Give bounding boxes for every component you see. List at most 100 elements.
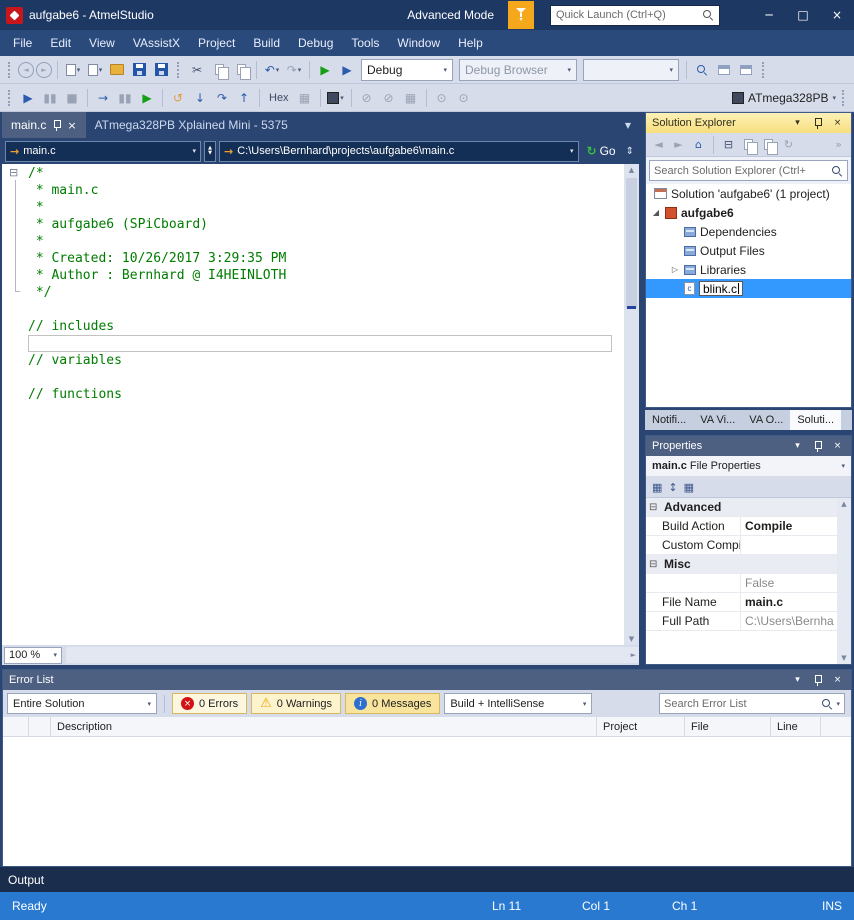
scope-combo[interactable]: → main.c ▾ — [5, 141, 201, 162]
menu-window[interactable]: Window — [388, 30, 449, 56]
code-line[interactable]: // variables — [28, 352, 624, 369]
home-icon[interactable]: ⌂ — [690, 136, 707, 154]
close-icon[interactable]: × — [67, 119, 76, 132]
tool-window-icon[interactable] — [736, 59, 756, 81]
maximize-button[interactable]: □ — [786, 0, 820, 30]
tab-va-outline[interactable]: VA O... — [742, 410, 790, 430]
split-editor-icon[interactable]: ⇕ — [624, 146, 636, 157]
category-row-misc[interactable]: ⊟ Misc — [646, 555, 837, 574]
add-item-icon[interactable]: ▾ — [85, 59, 105, 81]
tab-va-view[interactable]: VA Vi... — [693, 410, 742, 430]
code-line[interactable]: * — [28, 199, 624, 216]
error-list-body[interactable] — [3, 737, 851, 866]
column-description[interactable]: Description — [51, 717, 597, 736]
scroll-up-icon[interactable]: ▲ — [841, 500, 846, 508]
menu-file[interactable]: File — [4, 30, 41, 56]
show-all-files-icon[interactable] — [760, 136, 777, 154]
editor-horizontal-scrollbar[interactable]: ► — [66, 647, 639, 663]
document-list-chevron-icon[interactable]: ▼ — [625, 121, 631, 130]
continue-icon[interactable]: ▶ — [18, 87, 38, 109]
property-value[interactable]: C:\Users\Bernha — [741, 614, 837, 628]
paste-icon[interactable] — [231, 59, 251, 81]
fold-toggle-icon[interactable]: ⊟ — [9, 166, 18, 179]
editor-vertical-scrollbar[interactable]: ▲ ▼ — [624, 164, 639, 645]
toolbar-grip[interactable] — [8, 62, 12, 78]
scrollbar-thumb[interactable] — [626, 178, 637, 308]
tree-item-blink-c[interactable]: c blink.c — [646, 279, 851, 298]
pin-icon[interactable] — [52, 119, 61, 131]
pin-icon[interactable] — [810, 117, 825, 129]
breakpoints-window-icon[interactable]: ⊘ — [379, 87, 399, 109]
collapse-icon[interactable]: ⊟ — [649, 502, 660, 513]
current-line[interactable] — [28, 335, 612, 352]
tree-item-dependencies[interactable]: Dependencies — [646, 222, 851, 241]
undo-icon[interactable]: ↶▾ — [262, 59, 282, 81]
property-value[interactable]: main.c — [741, 595, 837, 609]
code-line[interactable]: * main.c — [28, 182, 624, 199]
navigate-forward-icon[interactable]: ► — [36, 62, 52, 78]
step-over-icon[interactable]: ↷ — [212, 87, 232, 109]
column-file[interactable]: File — [685, 717, 771, 736]
window-position-icon[interactable]: ▾ — [790, 675, 805, 685]
property-row-build-action[interactable]: Build Action Compile — [646, 517, 837, 536]
stop-icon[interactable]: ■ — [62, 87, 82, 109]
errors-filter-button[interactable]: × 0 Errors — [172, 693, 247, 714]
tree-item-aufgabe6[interactable]: ◢ aufgabe6 — [646, 203, 851, 222]
expander-expanded-icon[interactable]: ◢ — [651, 208, 661, 217]
code-line[interactable]: * Author : Bernhard @ I4HEINLOTH — [28, 267, 624, 284]
property-pages-icon[interactable]: ▦ — [684, 481, 694, 494]
tree-item-output-files[interactable]: Output Files — [646, 241, 851, 260]
menu-help[interactable]: Help — [449, 30, 492, 56]
debug-target-combo[interactable]: ▾ — [583, 59, 679, 81]
combo-stepper[interactable]: ▲ ▼ — [204, 141, 216, 162]
column-project[interactable]: Project — [597, 717, 685, 736]
refresh-icon[interactable]: ↻ — [780, 136, 797, 154]
output-panel-tab[interactable]: Output — [0, 867, 854, 892]
file-path-combo[interactable]: → C:\Users\Bernhard\projects\aufgabe6\ma… — [219, 141, 579, 162]
break-all-icon[interactable]: ▮▮ — [115, 87, 135, 109]
properties-scrollbar[interactable]: ▲ ▼ — [837, 498, 851, 664]
pending-changes-filter-icon[interactable] — [740, 136, 757, 154]
collapse-icon[interactable]: ⊟ — [649, 559, 660, 570]
menu-tools[interactable]: Tools — [342, 30, 388, 56]
copy-icon[interactable] — [209, 59, 229, 81]
go-button[interactable]: ↻ Go — [582, 144, 621, 158]
close-icon[interactable]: × — [830, 441, 845, 451]
solution-explorer-titlebar[interactable]: Solution Explorer ▾ × — [646, 113, 851, 133]
navigate-back-icon[interactable]: ◄ — [18, 62, 34, 78]
toolbar-grip[interactable] — [177, 62, 181, 78]
forward-icon[interactable]: ► — [670, 136, 687, 154]
property-value[interactable]: False — [741, 576, 837, 590]
pause-icon[interactable]: ▮▮ — [40, 87, 60, 109]
mode-filter-button[interactable]: ▾ — [508, 1, 534, 29]
pin-icon[interactable] — [810, 440, 825, 452]
column-code[interactable] — [29, 717, 51, 736]
tab-device-page[interactable]: ATmega328PB Xplained Mini - 5375 — [86, 112, 297, 138]
redo-icon[interactable]: ↷▾ — [284, 59, 304, 81]
property-row-false[interactable]: False — [646, 574, 837, 593]
pin-icon[interactable] — [810, 674, 825, 686]
code-line[interactable]: // functions — [28, 386, 624, 403]
minimize-button[interactable]: ─ — [752, 0, 786, 30]
quick-launch-search[interactable] — [550, 5, 720, 26]
column-severity[interactable] — [3, 717, 29, 736]
column-line[interactable]: Line — [771, 717, 821, 736]
menu-debug[interactable]: Debug — [289, 30, 342, 56]
menu-view[interactable]: View — [80, 30, 124, 56]
disable-breakpoints-icon[interactable]: ⊘ — [357, 87, 377, 109]
code-editor[interactable]: /* * main.c * * aufgabe6 (SPiCboard) * *… — [28, 164, 624, 645]
categorized-view-icon[interactable]: ▦ — [652, 481, 662, 494]
start-debugging-icon[interactable]: ▶ — [315, 59, 335, 81]
tree-item-solution[interactable]: Solution 'aufgabe6' (1 project) — [646, 184, 851, 203]
start-without-debugging-icon[interactable]: ▶ — [337, 59, 357, 81]
properties-object-combo[interactable]: main.c File Properties ▾ — [646, 456, 851, 477]
scroll-up-icon[interactable]: ▲ — [629, 166, 634, 174]
collapse-all-icon[interactable]: ⊟ — [720, 136, 737, 154]
device-tool-icon[interactable]: ▾ — [326, 87, 346, 109]
debug-browser-combo[interactable]: Debug Browser▾ — [459, 59, 577, 81]
menu-vassistx[interactable]: VAssistX — [124, 30, 189, 56]
code-line[interactable] — [28, 301, 624, 318]
solution-configuration-combo[interactable]: Debug▾ — [361, 59, 453, 81]
rename-input[interactable]: blink.c — [699, 281, 743, 296]
scroll-down-icon[interactable]: ▼ — [629, 635, 634, 643]
